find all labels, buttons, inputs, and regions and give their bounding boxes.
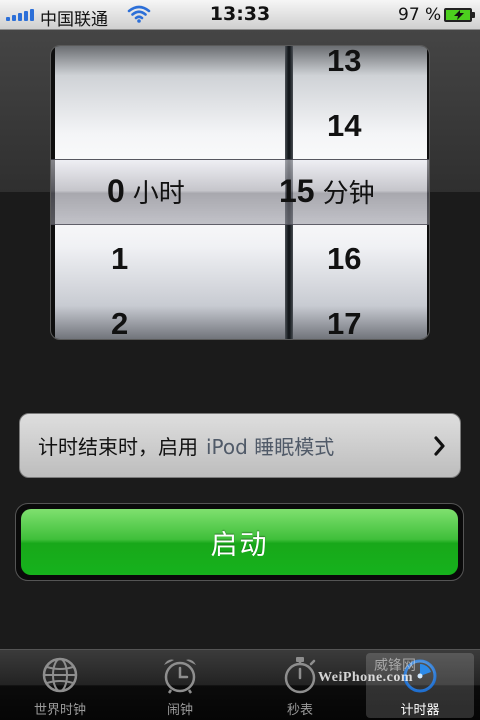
tab-timer[interactable]: 计时器 [360,650,480,720]
timer-icon [403,659,437,693]
tab-label: 世界时钟 [33,703,86,718]
carrier-name: 中国联通 [40,10,108,30]
when-timer-ends-row[interactable]: 计时结束时，启用 iPod 睡眠模式 [19,413,461,478]
countdown-picker: 1 2 13 14 16 17 0 小时 15 分钟 [50,45,430,340]
globe-icon [42,657,78,693]
battery-charging-icon [444,8,475,22]
wheel-divider [285,46,293,339]
signal-strength-icon [6,9,34,21]
minute-option[interactable]: 13 [327,46,361,79]
hour-option[interactable]: 1 [111,241,128,277]
tab-bar: 世界时钟 闹钟 秒表 计时器 [0,649,480,720]
minute-option[interactable]: 17 [327,306,361,339]
minute-option[interactable]: 14 [327,108,361,144]
tab-alarm[interactable]: 闹钟 [120,650,240,720]
when-timer-ends-label: 计时结束时，启用 [38,435,198,459]
hour-option[interactable]: 2 [111,306,128,339]
alarm-clock-icon [164,659,196,694]
hours-wheel[interactable]: 1 2 [55,46,285,339]
minutes-wheel[interactable]: 13 14 16 17 [293,46,427,339]
tab-label: 秒表 [286,703,313,718]
tab-stopwatch[interactable]: 秒表 [240,650,360,720]
stopwatch-icon [284,657,316,694]
minute-option[interactable]: 16 [327,241,361,277]
chevron-right-icon [434,436,445,456]
wifi-icon [127,5,151,23]
tab-world-clock[interactable]: 世界时钟 [0,650,120,720]
battery-percent: 97 % [398,5,442,25]
when-timer-ends-value: iPod 睡眠模式 [206,435,335,459]
start-button[interactable]: 启动 [21,509,458,575]
tab-label: 计时器 [400,703,440,718]
status-bar: 中国联通 13:33 97 % [0,0,480,30]
tab-label: 闹钟 [166,703,193,718]
start-button-frame: 启动 [15,503,464,581]
